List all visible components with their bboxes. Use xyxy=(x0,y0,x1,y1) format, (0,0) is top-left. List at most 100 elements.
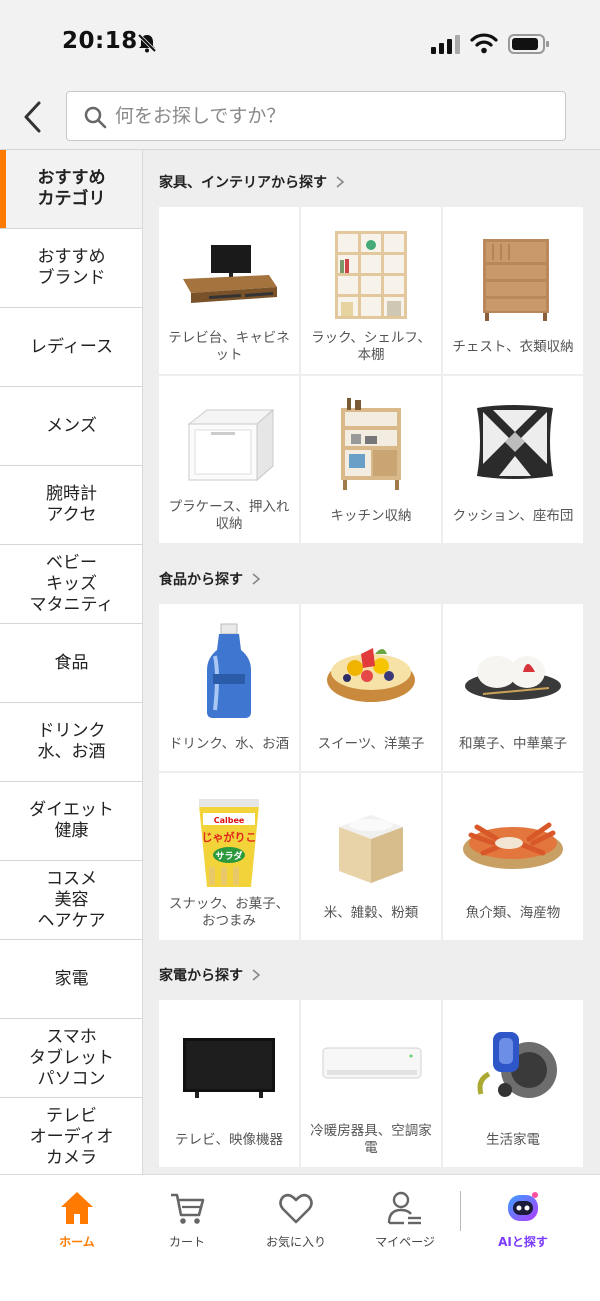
tile-label: 米、雑穀、粉類 xyxy=(323,904,419,921)
sidebar-item-baby-kids[interactable]: ベビー キッズ マタニティ xyxy=(0,545,142,624)
section-title-appliances[interactable]: 家電から探す xyxy=(159,965,263,985)
nav-ai-search[interactable]: AIと探す xyxy=(463,1183,583,1263)
bell-muted-icon xyxy=(137,33,157,53)
tile-label: キッチン収納 xyxy=(330,507,412,524)
air-conditioner-image xyxy=(322,1047,422,1079)
tv-image xyxy=(183,1038,275,1098)
category-tile[interactable]: チェスト、衣類収納 xyxy=(443,207,583,374)
section-title-furniture[interactable]: 家具、インテリアから探す xyxy=(159,172,347,192)
tile-label: ラック、シェルフ、本棚 xyxy=(311,330,431,363)
snack-flavor-text: サラダ xyxy=(215,850,242,862)
category-tile[interactable]: 和菓子、中華菓子 xyxy=(443,604,583,771)
tile-label: スナック、お菓子、おつまみ xyxy=(168,896,290,929)
sidebar-item-smartphone-pc[interactable]: スマホ タブレット パソコン xyxy=(0,1019,142,1098)
category-tile[interactable]: スイーツ、洋菓子 xyxy=(301,604,441,771)
tile-label: 魚介類、海産物 xyxy=(465,904,561,921)
sidebar-item-cosmetics[interactable]: コスメ 美容 ヘアケア xyxy=(0,861,142,940)
category-content: 家具、インテリアから探す テレビ台、キャビネット ラック、シェルフ、本棚 チェス… xyxy=(143,150,600,1174)
chevron-right-icon xyxy=(252,969,261,981)
category-tile[interactable]: 米、雑穀、粉類 xyxy=(301,773,441,940)
nav-cart[interactable]: カート xyxy=(127,1183,247,1263)
tile-label: ドリンク、水、お酒 xyxy=(168,735,290,752)
sidebar-item-recommended-category[interactable]: おすすめ カテゴリ xyxy=(0,150,142,229)
nav-label: カート xyxy=(168,1235,205,1249)
tile-label: チェスト、衣類収納 xyxy=(452,338,574,355)
category-sidebar: おすすめ カテゴリ おすすめ ブランド レディース メンズ 腕時計 アクセ ベビ… xyxy=(0,150,143,1174)
sidebar-item-diet-health[interactable]: ダイエット 健康 xyxy=(0,782,142,861)
sidebar-item-tv-audio-camera[interactable]: テレビ オーディオ カメラ xyxy=(0,1098,142,1174)
tile-label: 和菓子、中華菓子 xyxy=(459,735,567,752)
nav-favorites[interactable]: お気に入り xyxy=(236,1183,356,1263)
tile-label: プラケース、押入れ収納 xyxy=(168,499,290,532)
section-title-text: 食品から探す xyxy=(159,572,243,588)
snack-cup-image: Calbee じゃがりこ サラダ xyxy=(199,799,259,887)
section-title-text: 家電から探す xyxy=(159,968,243,984)
nav-label: お気に入り xyxy=(265,1235,326,1249)
tv-stand-image xyxy=(183,245,277,303)
nav-home[interactable]: ホーム xyxy=(17,1183,137,1263)
tile-label: スイーツ、洋菓子 xyxy=(317,735,425,752)
category-tile[interactable]: プラケース、押入れ収納 xyxy=(159,376,299,543)
search-box[interactable] xyxy=(66,91,566,141)
category-tile[interactable]: テレビ、映像機器 xyxy=(159,1000,299,1167)
tile-label: テレビ台、キャビネット xyxy=(168,330,290,363)
snack-product-text: じゃがりこ xyxy=(202,830,257,844)
category-tile[interactable]: キッチン収納 xyxy=(301,376,441,543)
back-chevron-icon[interactable] xyxy=(20,100,46,134)
daifuku-image xyxy=(465,656,561,700)
category-tile[interactable]: Calbee じゃがりこ サラダ スナック、お菓子、おつまみ xyxy=(159,773,299,940)
search-header xyxy=(0,88,600,150)
battery-icon xyxy=(508,34,549,54)
category-tile[interactable]: 冷暖房器具、空調家電 xyxy=(301,1000,441,1167)
sidebar-item-watch-accessory[interactable]: 腕時計 アクセ xyxy=(0,466,142,545)
tile-label: テレビ、映像機器 xyxy=(175,1131,283,1148)
water-bottle-image xyxy=(207,623,251,718)
signal-icon xyxy=(431,35,460,54)
user-icon xyxy=(387,1191,421,1225)
food-grid: ドリンク、水、お酒 スイーツ、洋菓子 和菓子、中華菓子 Calbee じゃがりこ… xyxy=(159,604,583,940)
category-tile[interactable]: 魚介類、海産物 xyxy=(443,773,583,940)
rice-box-image xyxy=(339,815,403,883)
appliances-grid: テレビ、映像機器 冷暖房器具、空調家電 生活家電 xyxy=(159,1000,583,1167)
sidebar-item-food[interactable]: 食品 xyxy=(0,624,142,703)
chevron-right-icon xyxy=(336,176,345,188)
section-title-food[interactable]: 食品から探す xyxy=(159,569,263,589)
crab-image xyxy=(463,822,563,869)
search-icon xyxy=(84,106,107,129)
wifi-icon xyxy=(470,33,498,54)
sidebar-item-ladies[interactable]: レディース xyxy=(0,308,142,387)
home-icon xyxy=(61,1192,93,1224)
nav-label: AIと探す xyxy=(498,1235,548,1249)
furniture-grid: テレビ台、キャビネット ラック、シェルフ、本棚 チェスト、衣類収納 プラケース、… xyxy=(159,207,583,543)
category-tile[interactable]: クッション、座布団 xyxy=(443,376,583,543)
kitchen-rack-image xyxy=(341,398,401,490)
tile-label: クッション、座布団 xyxy=(452,507,574,524)
sidebar-item-drink[interactable]: ドリンク 水、お酒 xyxy=(0,703,142,782)
shelf-image xyxy=(335,231,407,319)
chevron-right-icon xyxy=(252,573,261,585)
cushion-image xyxy=(477,405,553,479)
category-tile[interactable]: ドリンク、水、お酒 xyxy=(159,604,299,771)
cart-icon xyxy=(171,1193,205,1224)
category-tile[interactable]: 生活家電 xyxy=(443,1000,583,1167)
nav-label: マイページ xyxy=(375,1235,435,1249)
ai-robot-icon xyxy=(508,1192,538,1221)
plastic-case-image xyxy=(187,408,275,482)
chest-image xyxy=(483,239,549,321)
status-time: 20:18 xyxy=(62,28,138,54)
heart-icon xyxy=(279,1193,313,1224)
sidebar-item-mens[interactable]: メンズ xyxy=(0,387,142,466)
category-tile[interactable]: ラック、シェルフ、本棚 xyxy=(301,207,441,374)
category-tile[interactable]: テレビ台、キャビネット xyxy=(159,207,299,374)
tile-label: 冷暖房器具、空調家電 xyxy=(310,1123,432,1156)
bottom-nav: ホーム カート お気に入り マイページ AIと探す xyxy=(0,1174,600,1301)
status-bar: 20:18 xyxy=(0,0,600,88)
tile-label: 生活家電 xyxy=(486,1131,540,1148)
search-input[interactable] xyxy=(115,92,555,140)
nav-mypage[interactable]: マイページ xyxy=(345,1183,465,1263)
nav-label: ホーム xyxy=(59,1235,95,1249)
fruit-tart-image xyxy=(327,648,415,702)
section-title-text: 家具、インテリアから探す xyxy=(159,175,327,191)
sidebar-item-appliances[interactable]: 家電 xyxy=(0,940,142,1019)
sidebar-item-recommended-brand[interactable]: おすすめ ブランド xyxy=(0,229,142,308)
